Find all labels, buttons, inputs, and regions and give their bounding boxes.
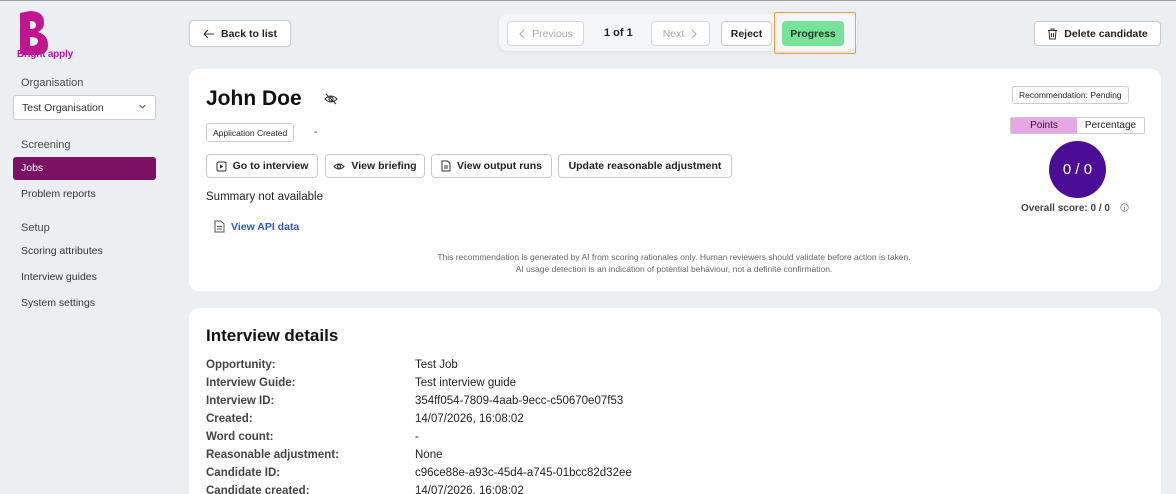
chevron-down-icon xyxy=(139,104,146,109)
sidebar-item-scoring-attributes[interactable]: Scoring attributes xyxy=(13,240,156,263)
view-briefing-label: View briefing xyxy=(351,160,417,172)
previous-button[interactable]: Previous xyxy=(507,21,584,46)
view-output-runs-button[interactable]: View output runs xyxy=(431,154,552,178)
eye-icon xyxy=(333,163,346,169)
organisation-value: Test Organisation xyxy=(22,102,104,114)
info-icon[interactable] xyxy=(1120,203,1129,212)
recommendation-badge: Recommendation: Pending xyxy=(1012,86,1129,104)
previous-label: Previous xyxy=(532,27,573,40)
detail-value: Test Job xyxy=(415,359,458,371)
sidebar-item-problem-reports[interactable]: Problem reports xyxy=(13,183,156,206)
detail-value: 14/07/2026, 16:08:02 xyxy=(415,413,524,425)
detail-label: Word count: xyxy=(206,431,274,443)
disclaimer-line-2: AI usage detection is an indication of p… xyxy=(515,263,833,274)
reject-button[interactable]: Reject xyxy=(721,21,772,46)
detail-label: Candidate created: xyxy=(206,485,310,494)
summary-text: Summary not available xyxy=(206,191,323,203)
go-to-interview-button[interactable]: Go to interview xyxy=(206,154,318,178)
next-button[interactable]: Next xyxy=(651,21,710,46)
detail-label: Created: xyxy=(206,413,253,425)
update-reasonable-adjustment-button[interactable]: Update reasonable adjustment xyxy=(558,154,732,178)
screening-heading: Screening xyxy=(21,139,71,151)
page-count: 1 of 1 xyxy=(604,27,633,39)
chevron-right-icon xyxy=(691,29,698,38)
view-api-data-label: View API data xyxy=(231,220,300,233)
delete-candidate-label: Delete candidate xyxy=(1064,27,1148,40)
organisation-select[interactable]: Test Organisation xyxy=(13,95,156,120)
ai-disclaimer: This recommendation is generated by AI f… xyxy=(404,252,944,275)
points-toggle[interactable]: Points xyxy=(1011,118,1077,133)
detail-value: c96ce88e-a93c-45d4-a745-01bcc82d32ee xyxy=(415,467,632,479)
organisation-heading: Organisation xyxy=(21,77,84,89)
status-detail: - xyxy=(314,127,318,138)
eye-off-icon[interactable] xyxy=(324,93,338,105)
document-icon xyxy=(441,160,451,172)
progress-button[interactable]: Progress xyxy=(782,21,844,46)
disclaimer-line-1: This recommendation is generated by AI f… xyxy=(437,252,911,262)
status-badge: Application Created xyxy=(206,123,295,142)
detail-label: Interview Guide: xyxy=(206,377,296,389)
next-label: Next xyxy=(662,27,685,40)
back-to-list-label: Back to list xyxy=(220,27,278,40)
detail-value: None xyxy=(415,449,443,461)
score-circle: 0 / 0 xyxy=(1049,141,1106,198)
arrow-left-icon xyxy=(203,29,214,38)
interview-details-title: Interview details xyxy=(206,326,339,345)
detail-value: - xyxy=(415,431,419,443)
view-api-data-link[interactable]: View API data xyxy=(214,220,299,233)
detail-value: 14/07/2026, 16:08:02 xyxy=(415,485,524,494)
sidebar-item-jobs[interactable]: Jobs xyxy=(13,157,156,180)
trash-icon xyxy=(1048,28,1058,39)
sidebar: Bright apply Organisation Test Organisat… xyxy=(0,1,172,494)
sidebar-item-system-settings[interactable]: System settings xyxy=(13,292,156,315)
back-to-list-button[interactable]: Back to list xyxy=(189,20,291,47)
brand-name: Bright apply xyxy=(17,49,73,60)
setup-heading: Setup xyxy=(21,222,50,234)
view-output-runs-label: View output runs xyxy=(457,160,542,172)
overall-score: Overall score: 0 / 0 xyxy=(1021,203,1110,214)
sidebar-item-interview-guides[interactable]: Interview guides xyxy=(13,266,156,289)
detail-label: Opportunity: xyxy=(206,359,276,371)
candidate-name: John Doe xyxy=(206,87,302,110)
detail-value: Test interview guide xyxy=(415,377,516,389)
percentage-toggle[interactable]: Percentage xyxy=(1077,118,1144,133)
detail-label: Candidate ID: xyxy=(206,467,281,479)
document-icon xyxy=(214,220,225,233)
detail-label: Interview ID: xyxy=(206,395,275,407)
go-to-interview-label: Go to interview xyxy=(232,160,309,172)
play-icon xyxy=(216,161,227,171)
delete-candidate-button[interactable]: Delete candidate xyxy=(1034,21,1161,46)
chevron-left-icon xyxy=(519,29,525,38)
view-briefing-button[interactable]: View briefing xyxy=(325,154,425,178)
detail-value: 354ff054-7809-4aab-9ecc-c50670e07f53 xyxy=(415,395,624,407)
detail-label: Reasonable adjustment: xyxy=(206,449,339,461)
score-mode-toggle: Points Percentage xyxy=(1010,117,1145,134)
